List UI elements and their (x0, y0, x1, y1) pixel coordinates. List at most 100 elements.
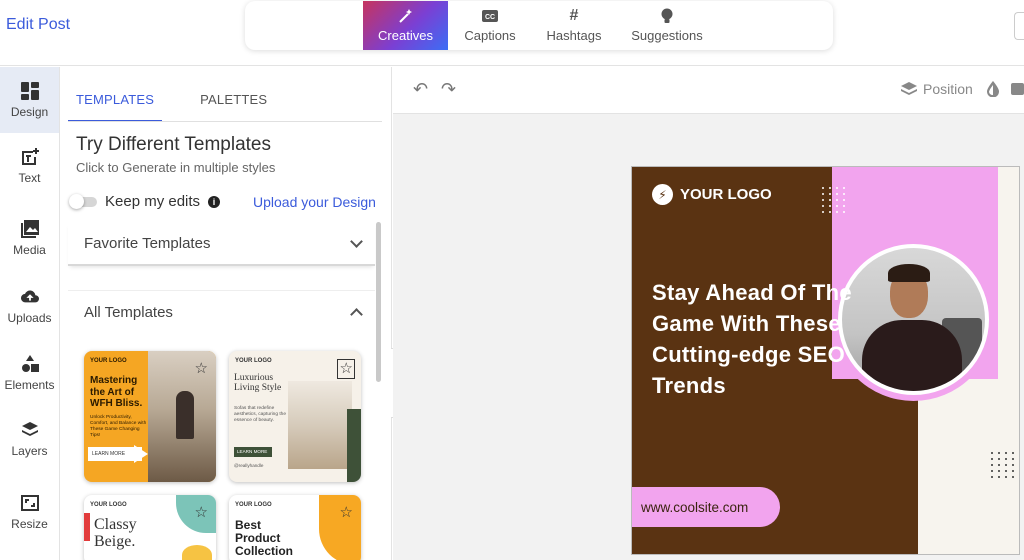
nav-text[interactable]: Text (0, 133, 59, 199)
nav-label: Uploads (7, 310, 52, 325)
template-accent (84, 513, 90, 541)
arrow-icon (134, 445, 148, 463)
left-nav: Design Text Media Uploads Elements Layer… (0, 67, 60, 560)
upload-icon (20, 290, 39, 302)
svg-text:CC: CC (485, 14, 495, 21)
star-icon[interactable]: ☆ (340, 359, 353, 377)
keep-edits-row: Keep my edits i (69, 193, 221, 210)
undo-button[interactable]: ↶ (413, 79, 428, 100)
nav-layers[interactable]: Layers (0, 406, 59, 472)
template-logo: YOUR LOGO (235, 502, 272, 508)
tab-hashtags[interactable]: # Hashtags (532, 1, 616, 50)
nav-design[interactable]: Design (0, 67, 59, 133)
template-handle: @reallyhandle (234, 463, 264, 468)
bolt-icon: ⚡ (652, 184, 673, 205)
drop-icon[interactable] (987, 81, 999, 102)
panel-scrollbar[interactable] (376, 222, 381, 382)
tabs-divider (68, 121, 382, 122)
template-accent (347, 409, 361, 482)
design-icon (20, 81, 39, 100)
nav-elements[interactable]: Elements (0, 340, 59, 406)
tab-label: Suggestions (631, 28, 703, 43)
person-hair (888, 264, 930, 282)
nav-label: Layers (11, 443, 48, 458)
template-accent (182, 545, 212, 560)
cc-icon: CC (482, 8, 498, 24)
star-icon[interactable]: ☆ (340, 503, 353, 521)
template-card-classy[interactable]: YOUR LOGO Classy Beige. ☆ (84, 495, 216, 560)
creative-tabs: Creatives CC Captions # Hashtags Suggest… (245, 1, 833, 50)
upload-design-link[interactable]: Upload your Design (253, 194, 376, 210)
lightbulb-icon (661, 8, 673, 24)
artboard-headline[interactable]: Stay Ahead Of The Game With These Cuttin… (652, 277, 852, 401)
template-desc: Unlock Productivity, Comfort, and Balanc… (90, 415, 147, 438)
decor-dots (822, 187, 846, 213)
templates-panel: TEMPLATES PALETTES Try Different Templat… (60, 67, 392, 560)
template-title: Best Product Collection (235, 518, 294, 559)
tab-label: Creatives (378, 28, 433, 43)
info-icon[interactable]: i (208, 195, 221, 208)
template-logo: YOUR LOGO (90, 358, 127, 364)
accordion-label: All Templates (84, 304, 173, 321)
tab-label: Hashtags (546, 28, 602, 43)
nav-uploads[interactable]: Uploads (0, 273, 59, 339)
lock-icon[interactable] (1011, 83, 1024, 95)
artboard[interactable]: ⚡ YOUR LOGO Stay Ahead Of The Game With … (631, 166, 1020, 555)
panel-title: Try Different Templates (76, 134, 272, 155)
star-icon[interactable]: ☆ (195, 359, 208, 377)
template-title: Classy Beige. (94, 516, 137, 550)
layers-icon (21, 421, 38, 436)
star-icon[interactable]: ☆ (195, 503, 208, 521)
template-button: LEARN MORE (234, 447, 272, 457)
artboard-url[interactable]: www.coolsite.com (632, 487, 780, 527)
panel-subtitle: Click to Generate in multiple styles (76, 160, 276, 175)
template-logo: YOUR LOGO (90, 502, 127, 508)
template-title: Mastering the Art of WFH Bliss. (90, 375, 143, 409)
text-icon (21, 147, 39, 165)
tab-palettes[interactable]: PALETTES (192, 89, 275, 122)
layers-icon (901, 82, 917, 95)
all-templates-accordion[interactable]: All Templates (68, 290, 375, 334)
redo-button[interactable]: ↷ (441, 79, 456, 100)
chevron-down-icon (350, 234, 363, 248)
nav-label: Text (18, 170, 41, 185)
template-card-wfh[interactable]: YOUR LOGO Mastering the Art of WFH Bliss… (84, 351, 216, 482)
position-label: Position (923, 81, 973, 97)
accordion-label: Favorite Templates (84, 234, 211, 252)
template-desc: Sofas that redefine aesthetics, capturin… (234, 406, 286, 423)
chevron-up-icon (350, 308, 363, 321)
tab-creatives[interactable]: Creatives (363, 1, 448, 50)
portrait-photo (838, 244, 989, 395)
nav-label: Media (13, 242, 46, 257)
nav-resize[interactable]: Resize (0, 479, 59, 545)
elements-icon (21, 354, 39, 372)
template-logo: YOUR LOGO (235, 358, 272, 364)
nav-media[interactable]: Media (0, 205, 59, 271)
keep-edits-label: Keep my edits (105, 193, 201, 210)
decor-dots (991, 452, 1015, 478)
template-photo (288, 381, 352, 469)
top-bar: Edit Post Creatives CC Captions # Hashta… (0, 0, 1024, 66)
favorite-templates-accordion[interactable]: Favorite Templates (68, 222, 375, 266)
tab-templates[interactable]: TEMPLATES (68, 89, 163, 122)
tab-suggestions[interactable]: Suggestions (616, 1, 718, 50)
nav-label: Elements (4, 377, 55, 392)
keep-edits-toggle[interactable] (69, 193, 97, 209)
media-icon (20, 219, 39, 238)
portrait-frame[interactable] (832, 238, 995, 401)
edit-post-link[interactable]: Edit Post (6, 16, 70, 34)
tab-captions[interactable]: CC Captions (448, 1, 532, 50)
position-button[interactable]: Position (901, 81, 973, 97)
hashtag-icon: # (569, 7, 579, 24)
nav-label: Design (10, 104, 49, 119)
template-title: Luxurious Living Style (234, 373, 282, 394)
canvas-toolbar: ↶ ↷ Position (393, 67, 1024, 114)
tab-label: Captions (464, 28, 516, 43)
template-card-luxurious[interactable]: YOUR LOGO Luxurious Living Style Sofas t… (229, 351, 361, 482)
magic-wand-icon (398, 8, 414, 24)
artboard-logo[interactable]: ⚡ YOUR LOGO (652, 184, 772, 205)
template-card-product[interactable]: YOUR LOGO Best Product Collection ☆ (229, 495, 361, 560)
nav-label: Resize (11, 516, 48, 531)
resize-icon (20, 494, 39, 511)
top-right-button[interactable] (1014, 12, 1024, 40)
